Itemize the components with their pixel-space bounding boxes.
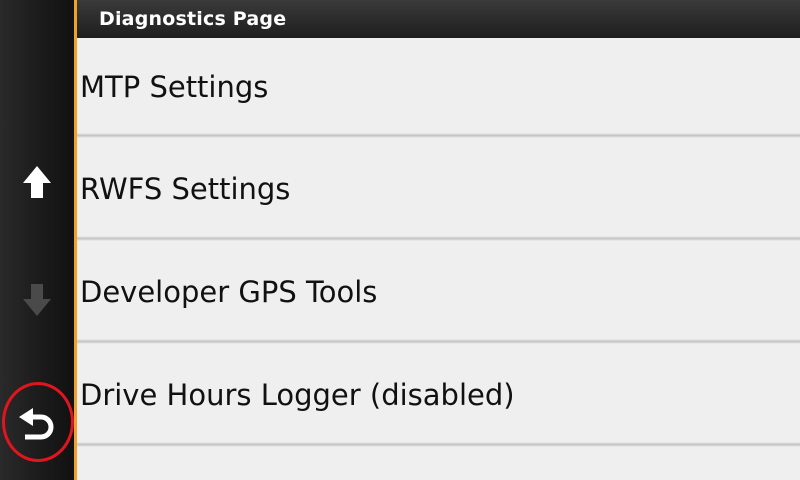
menu-item-label: Drive Hours Logger (disabled)	[80, 377, 515, 412]
menu-item-drive-hours-logger[interactable]: Drive Hours Logger (disabled)	[77, 344, 800, 447]
menu-item-label: Developer GPS Tools	[80, 274, 378, 309]
back-button[interactable]	[0, 380, 74, 470]
menu-item-developer-gps-tools[interactable]: Developer GPS Tools	[77, 241, 800, 344]
page-header: Diagnostics Page	[77, 0, 800, 38]
menu-item-label: MTP Settings	[80, 70, 269, 104]
scroll-up-button[interactable]	[0, 150, 74, 214]
back-button-highlight-ring	[2, 382, 74, 462]
arrow-down-icon	[23, 284, 51, 316]
menu-item-rwfs-settings[interactable]: RWFS Settings	[77, 138, 800, 241]
page-title: Diagnostics Page	[99, 8, 287, 30]
menu-item-label: RWFS Settings	[80, 171, 291, 206]
navigation-rail	[0, 0, 74, 480]
diagnostics-screen: Diagnostics Page MTP Settings RWFS Setti…	[0, 0, 800, 480]
list-divider	[77, 442, 800, 447]
arrow-up-icon	[23, 166, 51, 198]
menu-item-mtp-settings[interactable]: MTP Settings	[77, 38, 800, 138]
menu-list: MTP Settings RWFS Settings Developer GPS…	[77, 38, 800, 480]
scroll-down-button[interactable]	[0, 268, 74, 332]
